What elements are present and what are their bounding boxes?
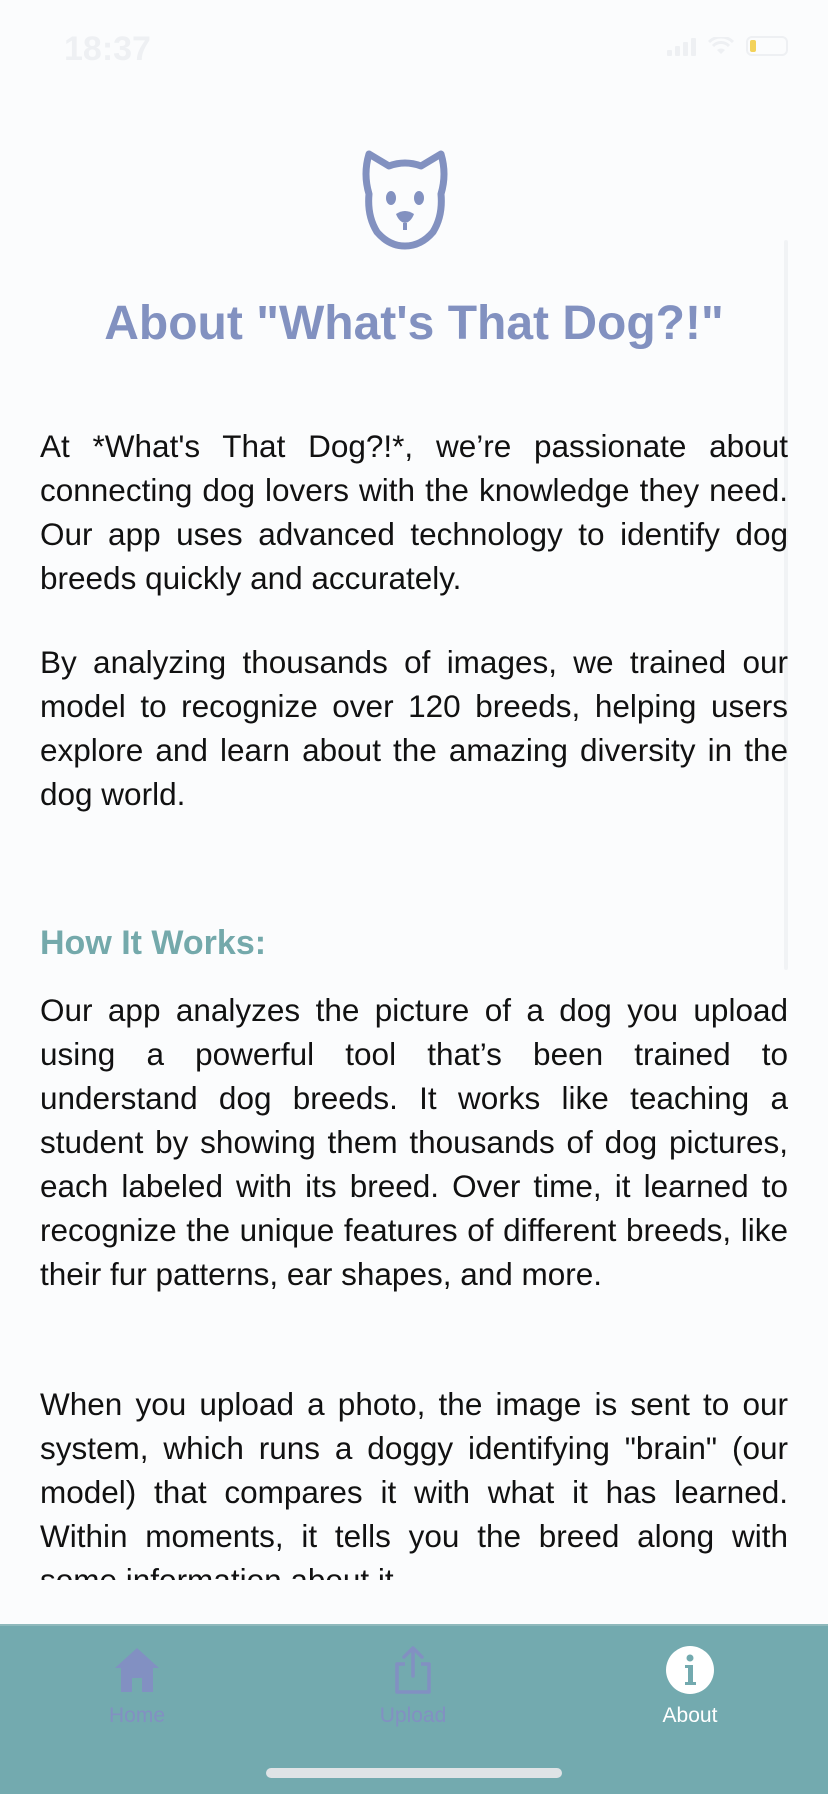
how-it-works-paragraph: Our app analyzes the picture of a dog yo… [40, 992, 788, 1292]
upload-icon [395, 1646, 431, 1694]
battery-level [750, 40, 756, 52]
tab-upload[interactable]: Upload [313, 1644, 513, 1754]
intro-paragraph: At *What's That Dog?!*, we’re passionate… [40, 428, 788, 596]
wifi-icon [708, 37, 734, 54]
about-scroll-area[interactable]: About "What's That Dog?!" At *What's Tha… [0, 100, 828, 1580]
upload-process-paragraph: When you upload a photo, the image is se… [40, 1386, 788, 1580]
home-icon [115, 1648, 159, 1692]
status-time: 18:37 [64, 30, 151, 68]
how-it-works-heading: How It Works: [40, 924, 267, 962]
cellular-signal-icon [667, 36, 696, 56]
tab-about-label: About [662, 1704, 718, 1727]
status-icons [667, 36, 788, 56]
tab-home[interactable]: Home [37, 1644, 237, 1754]
tab-upload-label: Upload [379, 1704, 447, 1727]
home-indicator[interactable] [266, 1768, 562, 1778]
tab-bar: Home Upload About [0, 1624, 828, 1794]
page-title: About "What's That Dog?!" [104, 297, 724, 350]
status-bar: 18:37 [0, 0, 828, 100]
tab-about[interactable]: About [590, 1644, 790, 1754]
dog-face-icon [362, 150, 448, 250]
model-paragraph: By analyzing thousands of images, we tra… [40, 644, 788, 812]
info-icon [666, 1646, 714, 1694]
tab-home-label: Home [108, 1704, 166, 1727]
battery-icon [746, 36, 788, 56]
